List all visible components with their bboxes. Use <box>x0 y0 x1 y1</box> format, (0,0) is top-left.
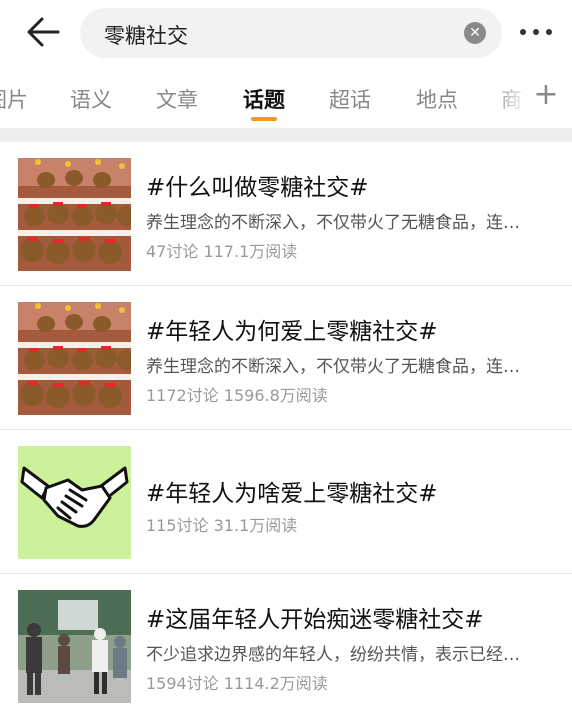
active-tab-indicator <box>251 117 277 121</box>
plus-icon: + <box>533 77 559 112</box>
topic-title: #年轻人为啥爱上零糖社交# <box>146 481 438 507</box>
more-dot <box>533 29 539 35</box>
arrow-left-icon <box>27 17 60 47</box>
tab-semantic[interactable]: 语义 <box>70 84 112 114</box>
topic-description: 不少追求边界感的年轻人，纷纷共情，表示已经… <box>146 645 520 665</box>
topic-row[interactable]: #年轻人为何爱上零糖社交# 养生理念的不断深入，不仅带火了无糖食品，连… 117… <box>0 286 572 430</box>
topic-list: #什么叫做零糖社交# 养生理念的不断深入，不仅带火了无糖食品，连… 47讨论 1… <box>0 142 572 718</box>
search-input[interactable]: 零糖社交 <box>104 20 188 50</box>
clear-search-button[interactable]: ✕ <box>464 22 486 44</box>
more-dots-icon <box>520 29 526 35</box>
tab-images[interactable]: 图片 <box>0 84 28 114</box>
tab-super-topics[interactable]: 超话 <box>329 84 371 114</box>
tab-articles[interactable]: 文章 <box>156 84 198 114</box>
tab-bar: 图片 语义 文章 话题 超话 地点 商 + <box>0 62 572 128</box>
topic-title: #年轻人为何爱上零糖社交# <box>146 319 438 345</box>
topic-thumbnail <box>18 590 131 703</box>
tab-fade <box>490 62 530 128</box>
topic-row[interactable]: #什么叫做零糖社交# 养生理念的不断深入，不仅带火了无糖食品，连… 47讨论 1… <box>0 142 572 286</box>
topic-stats: 1172讨论 1596.8万阅读 <box>146 386 328 405</box>
top-bar: 零糖社交 ✕ <box>0 0 572 62</box>
more-options-button[interactable] <box>516 20 556 44</box>
topic-stats: 1594讨论 1114.2万阅读 <box>146 674 328 693</box>
topic-row[interactable]: #这届年轻人开始痴迷零糖社交# 不少追求边界感的年轻人，纷纷共情，表示已经… 1… <box>0 574 572 718</box>
section-divider <box>0 128 572 142</box>
add-tab-button[interactable]: + <box>531 78 561 112</box>
topic-thumbnail <box>18 446 131 559</box>
topic-stats: 115讨论 31.1万阅读 <box>146 516 298 535</box>
topic-description: 养生理念的不断深入，不仅带火了无糖食品，连… <box>146 357 520 377</box>
topic-thumbnail <box>18 302 131 415</box>
topic-row[interactable]: #年轻人为啥爱上零糖社交# 115讨论 31.1万阅读 <box>0 430 572 574</box>
topic-description: 养生理念的不断深入，不仅带火了无糖食品，连… <box>146 213 520 233</box>
topic-thumbnail <box>18 158 131 271</box>
close-circle-icon: ✕ <box>469 25 481 41</box>
topic-stats: 47讨论 117.1万阅读 <box>146 242 298 261</box>
more-dot <box>546 29 552 35</box>
topic-title: #什么叫做零糖社交# <box>146 175 369 201</box>
tab-topics[interactable]: 话题 <box>243 84 285 114</box>
tab-places[interactable]: 地点 <box>416 84 458 114</box>
search-box[interactable]: 零糖社交 ✕ <box>80 8 502 58</box>
topic-title: #这届年轻人开始痴迷零糖社交# <box>146 607 484 633</box>
back-button[interactable] <box>24 14 64 50</box>
